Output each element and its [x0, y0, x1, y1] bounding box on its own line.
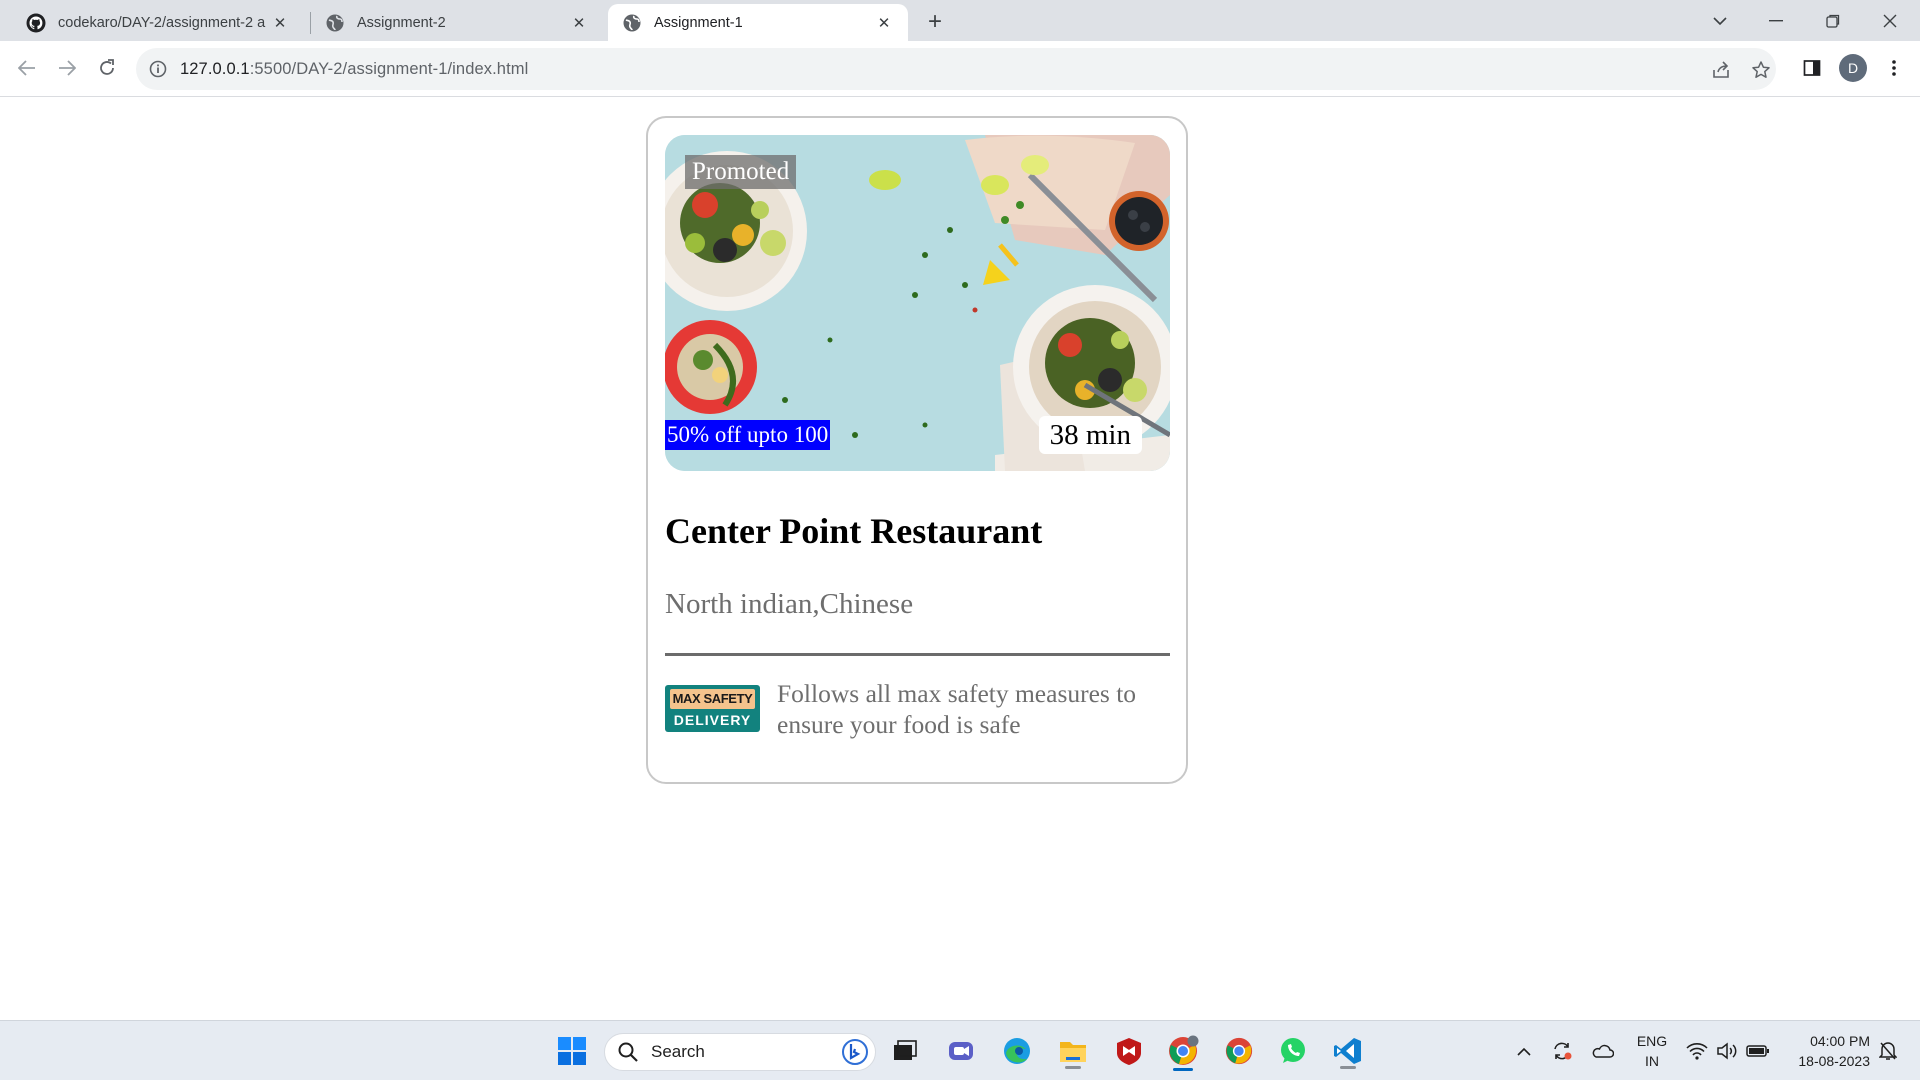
new-tab-button[interactable]: + [918, 8, 952, 36]
tab-assignment-2[interactable]: Assignment-2 ✕ [311, 4, 603, 41]
divider [665, 653, 1170, 656]
url-path: :5500/DAY-2/assignment-1/index.html [249, 59, 529, 78]
close-icon[interactable]: ✕ [569, 13, 589, 33]
restaurant-image: Promoted 50% off upto 100 38 min [665, 135, 1170, 471]
tab-title: Assignment-2 [357, 14, 446, 31]
search-icon [618, 1042, 638, 1062]
profile-avatar[interactable]: D [1839, 54, 1867, 82]
offer-label: 50% off upto 100 [665, 420, 831, 450]
forward-button[interactable] [50, 51, 84, 85]
tab-github-assignment-2[interactable]: codekaro/DAY-2/assignment-2 a ✕ [12, 4, 304, 41]
windows-taskbar: Search ENG IN 04:00 PM 18-08-2023 [0, 1020, 1920, 1080]
system-clock[interactable]: 04:00 PM 18-08-2023 [1780, 1031, 1870, 1071]
mcafee-icon[interactable] [1109, 1031, 1149, 1071]
search-label: Search [651, 1042, 705, 1061]
delivery-time: 38 min [1038, 416, 1142, 454]
tab-assignment-1[interactable]: Assignment-1 ✕ [608, 4, 908, 41]
badge-bottom-text: DELIVERY [673, 712, 752, 728]
url-text: 127.0.0.1:5500/DAY-2/assignment-1/index.… [180, 60, 528, 79]
windows-start-icon[interactable] [552, 1031, 592, 1071]
task-view-icon[interactable] [885, 1031, 925, 1071]
browser-tab-bar: codekaro/DAY-2/assignment-2 a ✕ Assignme… [0, 0, 1920, 41]
sync-icon[interactable] [1548, 1021, 1576, 1081]
language-indicator[interactable]: ENG IN [1632, 1031, 1672, 1071]
cuisine-list: North indian,Chinese [665, 588, 914, 620]
volume-icon[interactable] [1714, 1021, 1740, 1081]
vscode-icon[interactable] [1328, 1031, 1368, 1071]
close-icon[interactable]: ✕ [270, 13, 290, 33]
battery-icon[interactable] [1744, 1021, 1772, 1081]
badge-top-text: MAX SAFETY [670, 689, 755, 709]
reload-button[interactable] [90, 51, 124, 85]
close-icon[interactable]: ✕ [874, 13, 894, 33]
chevron-up-icon[interactable] [1512, 1021, 1536, 1081]
clock-date: 18-08-2023 [1798, 1053, 1870, 1069]
bookmark-star-icon[interactable] [1750, 59, 1772, 81]
side-panel-icon[interactable] [1795, 51, 1829, 85]
edge-icon[interactable] [997, 1031, 1037, 1071]
tab-title: codekaro/DAY-2/assignment-2 a [58, 14, 266, 31]
restaurant-name: Center Point Restaurant [665, 511, 1043, 551]
more-menu-icon[interactable] [1877, 51, 1911, 85]
region-code: IN [1645, 1053, 1659, 1069]
minimize-button[interactable] [1748, 0, 1804, 41]
onedrive-cloud-icon[interactable] [1588, 1021, 1616, 1081]
whatsapp-icon[interactable] [1273, 1031, 1313, 1071]
address-bar[interactable]: 127.0.0.1:5500/DAY-2/assignment-1/index.… [136, 48, 1776, 90]
close-window-button[interactable] [1862, 0, 1918, 41]
back-button[interactable] [10, 51, 44, 85]
github-icon [26, 13, 46, 32]
browser-toolbar: 127.0.0.1:5500/DAY-2/assignment-1/index.… [0, 41, 1920, 97]
restore-button[interactable] [1805, 0, 1861, 41]
promoted-tag: Promoted [685, 155, 797, 189]
bing-icon[interactable] [841, 1038, 869, 1066]
tab-title: Assignment-1 [654, 14, 743, 31]
tab-search-chevron-icon[interactable] [1692, 0, 1748, 41]
page-viewport: Promoted 50% off upto 100 38 min Center … [0, 98, 1920, 1020]
chrome-profile-icon[interactable] [1163, 1031, 1203, 1071]
meet-icon[interactable] [941, 1031, 981, 1071]
max-safety-delivery-badge: MAX SAFETY DELIVERY [665, 685, 760, 732]
globe-icon [326, 14, 344, 31]
wifi-icon[interactable] [1684, 1021, 1710, 1081]
taskbar-search-box[interactable]: Search [604, 1033, 876, 1071]
restaurant-card[interactable]: Promoted 50% off upto 100 38 min Center … [646, 116, 1188, 784]
share-icon[interactable] [1710, 59, 1732, 81]
globe-icon [623, 14, 641, 31]
chrome-icon[interactable] [1219, 1031, 1259, 1071]
language-code: ENG [1636, 1033, 1668, 1049]
url-host: 127.0.0.1 [180, 59, 250, 78]
safety-description: Follows all max safety measures to ensur… [777, 679, 1137, 739]
site-info-icon[interactable] [148, 59, 168, 79]
clock-time: 04:00 PM [1810, 1033, 1870, 1049]
notification-bell-icon[interactable] [1876, 1021, 1900, 1081]
file-explorer-icon[interactable] [1053, 1031, 1093, 1071]
